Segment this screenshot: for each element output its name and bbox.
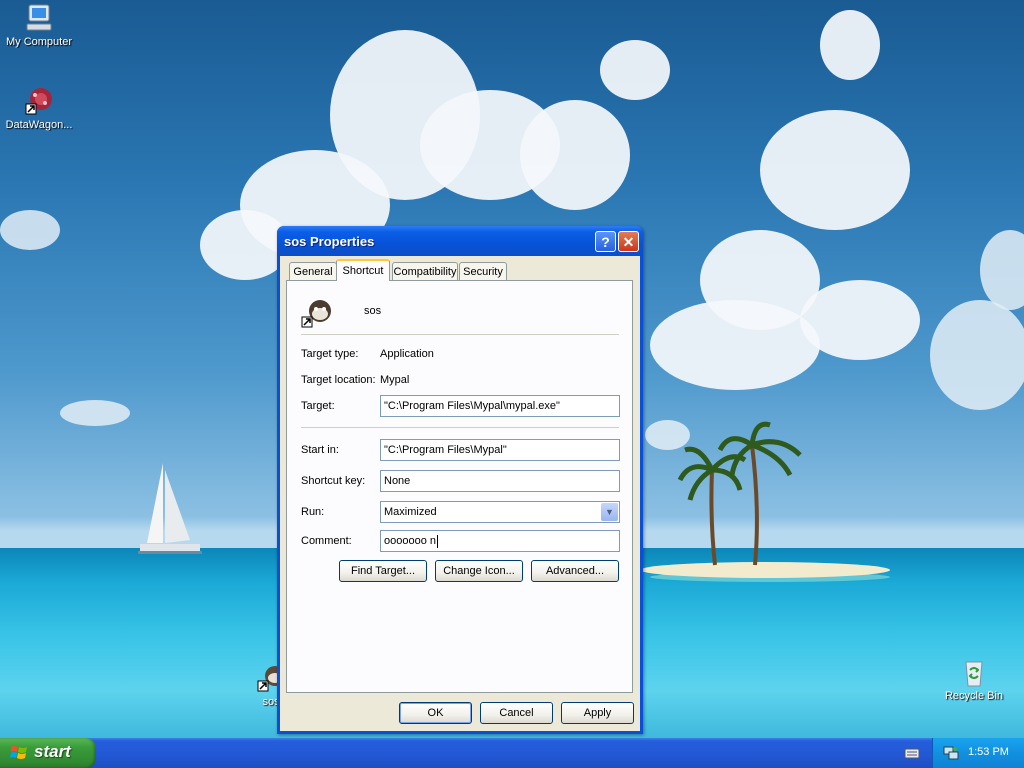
tab-shortcut[interactable]: Shortcut <box>336 259 390 281</box>
separator <box>301 334 619 335</box>
my-computer-desktop-icon[interactable]: My Computer <box>0 2 78 48</box>
wallpaper-cloud <box>60 400 130 426</box>
chevron-down-icon[interactable]: ▼ <box>601 503 618 521</box>
system-tray: 1:53 PM <box>932 738 1024 768</box>
target-type-label: Target type: <box>301 348 359 360</box>
shortcut-key-field[interactable]: None <box>380 470 620 492</box>
find-target-button[interactable]: Find Target... <box>339 560 427 582</box>
separator <box>301 427 619 428</box>
desktop-icon-label: My Computer <box>5 36 73 48</box>
taskbar: start 1:53 PM <box>0 738 1024 768</box>
wallpaper-cloud <box>520 100 630 210</box>
start-label: start <box>34 742 71 761</box>
desktop-icon-label: DataWagon... <box>5 119 73 131</box>
comment-field[interactable]: ooooooo n <box>380 530 620 552</box>
comment-label: Comment: <box>301 535 352 547</box>
ok-button[interactable]: OK <box>399 702 472 724</box>
windows-logo-icon <box>10 744 28 762</box>
network-icon[interactable] <box>943 745 959 761</box>
text-caret <box>437 534 438 548</box>
keyboard-icon[interactable] <box>904 746 920 760</box>
tab-compatibility[interactable]: Compatibility <box>392 262 458 280</box>
change-icon-button[interactable]: Change Icon... <box>435 560 523 582</box>
help-button[interactable]: ? <box>595 231 616 252</box>
start-in-field[interactable]: "C:\Program Files\Mypal" <box>380 439 620 461</box>
start-button[interactable]: start <box>0 738 96 768</box>
raccoon-icon <box>301 297 333 329</box>
tab-security[interactable]: Security <box>459 262 507 280</box>
run-select-value: Maximized <box>384 506 437 518</box>
close-button[interactable]: ✕ <box>618 231 639 252</box>
wallpaper-cloud <box>600 40 670 100</box>
window-title: sos Properties <box>284 234 375 249</box>
target-label: Target: <box>301 400 335 412</box>
tab-general[interactable]: General <box>289 262 337 280</box>
dialog-body: General Shortcut Compatibility Security … <box>280 256 640 731</box>
recycle-bin-desktop-icon[interactable]: Recycle Bin <box>935 656 1013 702</box>
cancel-button[interactable]: Cancel <box>480 702 553 724</box>
wallpaper-sailboat <box>138 463 202 554</box>
wallpaper-cloud <box>760 110 910 230</box>
run-select[interactable]: Maximized ▼ <box>380 501 620 523</box>
target-location-label: Target location: <box>301 374 376 386</box>
start-in-label: Start in: <box>301 444 339 456</box>
wallpaper-palm-trees <box>677 421 802 566</box>
wallpaper-cloud <box>0 210 60 250</box>
datawagon-icon <box>23 85 55 117</box>
sos-properties-window: sos Properties ? ✕ General Shortcut Comp… <box>277 226 643 734</box>
shortcut-tab-panel: sos Target type: Application Target loca… <box>286 280 633 693</box>
target-type-value: Application <box>380 348 434 360</box>
title-bar[interactable]: sos Properties ? ✕ <box>277 226 643 256</box>
apply-button[interactable]: Apply <box>561 702 634 724</box>
wallpaper-cloud <box>800 280 920 360</box>
wallpaper-cloud <box>820 10 880 80</box>
shortcut-name: sos <box>364 305 382 317</box>
clock: 1:53 PM <box>968 746 1009 758</box>
target-location-value: Mypal <box>380 374 410 386</box>
wallpaper-cloud <box>930 300 1024 410</box>
datawagon-desktop-icon[interactable]: DataWagon... <box>0 85 78 131</box>
computer-icon <box>23 2 55 34</box>
wallpaper-cloud <box>650 300 820 390</box>
desktop-icon-label: Recycle Bin <box>944 690 1004 702</box>
target-field[interactable]: "C:\Program Files\Mypal\mypal.exe" <box>380 395 620 417</box>
comment-value: ooooooo n <box>384 535 436 547</box>
shortcut-key-label: Shortcut key: <box>301 475 366 487</box>
recycle-bin-icon <box>958 656 990 688</box>
wallpaper-cloud <box>980 230 1024 310</box>
run-label: Run: <box>301 506 325 518</box>
advanced-button[interactable]: Advanced... <box>531 560 619 582</box>
